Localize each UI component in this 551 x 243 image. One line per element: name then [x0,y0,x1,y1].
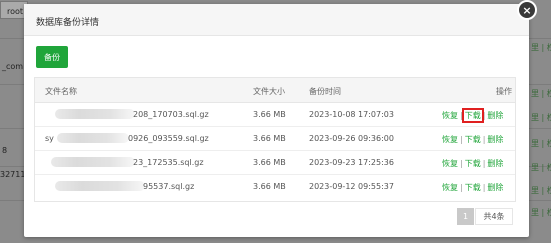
download-link[interactable]: 下载 [461,108,484,123]
backup-table: 文件名称 文件大小 备份时间 操作 208_170703.sql.gz 3.66… [34,77,516,202]
background-root-label: root [7,7,24,16]
redacted-filename [57,133,129,143]
download-link[interactable]: 下载 [465,183,481,192]
header-actions: 操作 [496,87,512,96]
background-right-text: 里 | 权 [531,186,551,195]
filename-cell: 208_170703.sql.gz [133,110,209,119]
header-filename: 文件名称 [45,87,77,96]
redacted-filename [51,157,135,167]
table-row: 95537.sql.gz 3.66 MB 2023-09-12 09:55:37… [35,174,515,198]
size-cell: 3.66 MB [253,182,286,191]
time-cell: 2023-09-12 09:55:37 [309,182,394,191]
size-cell: 3.66 MB [253,134,286,143]
row-actions: 恢复 | 下载 | 删除 [442,108,503,123]
backup-button[interactable]: 备份 [36,46,68,68]
restore-link[interactable]: 恢复 [442,183,458,192]
background-right-text: 里 | 权 [531,163,551,172]
size-cell: 3.66 MB [253,110,286,119]
redacted-filename [55,109,135,119]
row-actions: 恢复 | 下载 | 删除 [442,134,503,145]
time-cell: 2023-09-26 09:36:00 [309,134,394,143]
delete-link[interactable]: 删除 [487,135,503,144]
background-right-text: 里 | 权 [531,113,551,122]
background-right-text: 里 | 权 [531,89,551,98]
background-left-text: _com [2,62,24,71]
download-link[interactable]: 下载 [465,159,481,168]
header-time: 备份时间 [309,87,341,96]
action-separator: | [460,159,463,168]
action-separator: | [460,183,463,192]
dialog-title: 数据库备份详情 [36,18,100,28]
background-right-text: 里 | 权 [531,208,551,217]
filename-cell: 0926_093559.sql.gz [128,134,209,143]
download-link[interactable]: 下载 [465,135,481,144]
background-left-text: 8 [2,146,8,155]
restore-link[interactable]: 恢复 [442,159,458,168]
background-right-text: 里 | 权 [531,43,551,52]
restore-link[interactable]: 恢复 [442,135,458,144]
action-separator: | [482,159,486,168]
delete-link[interactable]: 删除 [487,183,503,192]
background-left-text: 32711 [0,170,26,179]
time-cell: 2023-09-23 17:25:36 [309,158,394,167]
size-cell: 3.66 MB [253,158,286,167]
header-size: 文件大小 [253,87,285,96]
delete-link[interactable]: 删除 [487,111,503,120]
restore-link[interactable]: 恢复 [442,111,458,120]
table-row: 23_172535.sql.gz 3.66 MB 2023-09-23 17:2… [35,150,515,175]
row-actions: 恢复 | 下载 | 删除 [442,158,503,169]
close-icon: × [522,3,532,17]
action-separator: | [460,135,463,144]
filename-cell: 23_172535.sql.gz [133,158,204,167]
pagination-total: 共4条 [475,208,513,225]
action-separator: | [460,111,463,120]
table-row: sy 0926_093559.sql.gz 3.66 MB 2023-09-26… [35,126,515,151]
action-separator: | [482,183,486,192]
action-separator: | [482,135,486,144]
close-button[interactable]: × [517,0,537,20]
time-cell: 2023-10-08 17:07:03 [309,110,394,119]
background-right-text: 里 | 权 [531,139,551,148]
pagination-current-page[interactable]: 1 [457,208,474,225]
redacted-filename [55,181,145,191]
filename-prefix: sy [45,134,54,143]
backup-details-dialog: 数据库备份详情 备份 文件名称 文件大小 备份时间 操作 208_170703.… [24,4,529,237]
table-row: 208_170703.sql.gz 3.66 MB 2023-10-08 17:… [35,102,515,127]
action-separator: | [482,111,486,120]
dialog-header: 数据库备份详情 [24,4,529,36]
delete-link[interactable]: 删除 [487,159,503,168]
filename-cell: 95537.sql.gz [143,182,195,191]
row-actions: 恢复 | 下载 | 删除 [442,182,503,193]
table-header: 文件名称 文件大小 备份时间 操作 [35,78,515,103]
